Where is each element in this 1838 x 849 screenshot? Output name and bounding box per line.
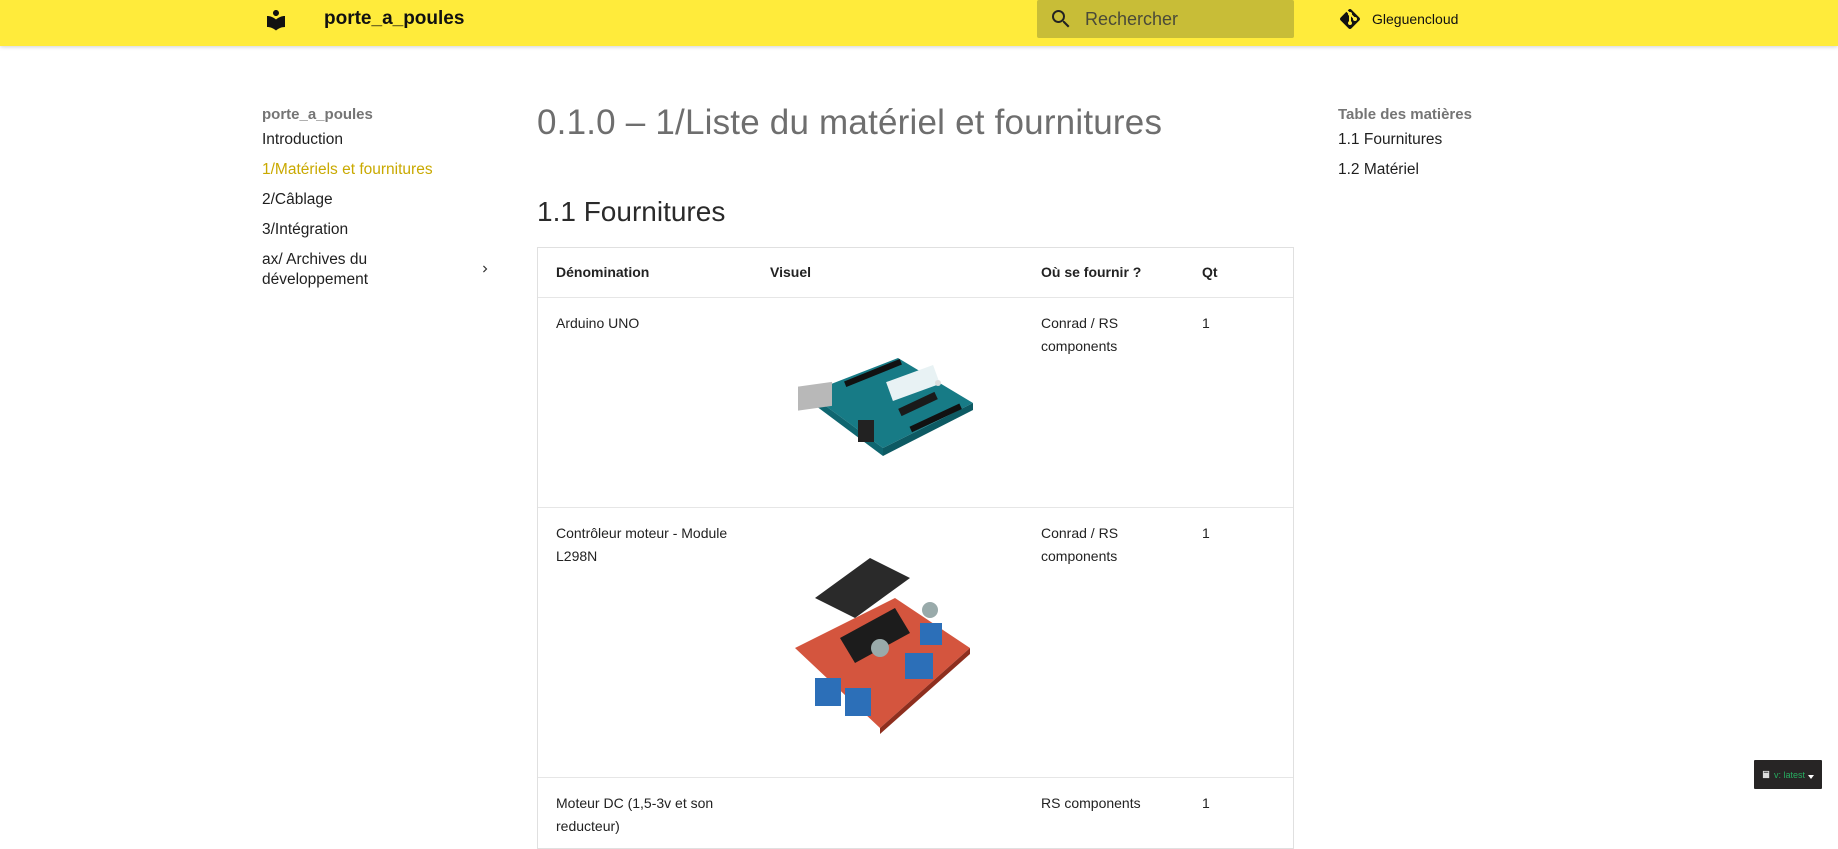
main-content: 0.1.0 – 1/Liste du matériel et fournitur…: [537, 98, 1294, 849]
toc-title: Table des matières: [1338, 106, 1472, 123]
book-icon: [1762, 770, 1771, 779]
chevron-right-icon[interactable]: [478, 262, 492, 276]
search-box[interactable]: [1037, 0, 1294, 38]
section-title: 1.1 Fournitures: [537, 196, 726, 227]
column-header-qty: Qt: [1202, 264, 1218, 280]
book-logo-icon[interactable]: [264, 8, 288, 32]
column-header-name: Dénomination: [556, 264, 650, 280]
cell-name: Arduino UNO: [556, 315, 640, 331]
cell-supplier: RS components: [1041, 795, 1141, 811]
table-row: Contrôleur moteur - Module L298N Conrad …: [538, 508, 1293, 778]
l298n-module-image: [770, 538, 990, 738]
supplies-table: Dénomination Visuel Où se fournir ? Qt A…: [537, 247, 1294, 849]
toc-item-materiel[interactable]: 1.2 Matériel: [1338, 160, 1568, 180]
primary-navigation: porte_a_poules Introduction 1/Matériels …: [262, 104, 492, 300]
arduino-uno-image: [788, 338, 988, 468]
table-header-row: Dénomination Visuel Où se fournir ? Qt: [538, 248, 1293, 298]
repo-name: Gleguencloud: [1372, 11, 1459, 27]
nav-item-archives-label: ax/ Archives du développement: [262, 251, 368, 288]
cell-name: Contrôleur moteur - Module L298N: [556, 525, 728, 564]
table-row: Arduino UNO Conrad / RS components 1: [538, 298, 1293, 508]
nav-item-cablage[interactable]: 2/Câblage: [262, 190, 492, 210]
table-of-contents: Table des matières 1.1 Fournitures 1.2 M…: [1338, 104, 1568, 190]
version-selector[interactable]: v: latest: [1754, 760, 1822, 789]
table-row: Moteur DC (1,5-3v et son reducteur) RS c…: [538, 778, 1293, 848]
page-title: 0.1.0 – 1/Liste du matériel et fournitur…: [537, 103, 1163, 142]
nav-item-archives[interactable]: ax/ Archives du développement: [262, 250, 492, 290]
column-header-visual: Visuel: [770, 264, 811, 280]
cell-qty: 1: [1202, 315, 1210, 331]
nav-item-materiels[interactable]: 1/Matériels et fournitures: [262, 160, 492, 180]
cell-name: Moteur DC (1,5-3v et son reducteur): [556, 795, 714, 834]
column-header-supplier: Où se fournir ?: [1041, 264, 1142, 280]
nav-title: porte_a_poules: [262, 106, 373, 123]
search-input[interactable]: [1085, 0, 1285, 38]
version-label: v: latest: [1773, 769, 1805, 780]
caret-down-icon: [1808, 772, 1814, 779]
cell-qty: 1: [1202, 795, 1210, 811]
search-icon: [1049, 7, 1073, 31]
nav-item-introduction[interactable]: Introduction: [262, 130, 492, 150]
cell-qty: 1: [1202, 525, 1210, 541]
git-icon: [1338, 7, 1362, 31]
site-title[interactable]: porte_a_poules: [324, 0, 464, 38]
toc-item-fournitures[interactable]: 1.1 Fournitures: [1338, 130, 1568, 150]
cell-supplier: Conrad / RS components: [1041, 315, 1119, 354]
cell-supplier: Conrad / RS components: [1041, 525, 1119, 564]
top-header: porte_a_poules Gleguencloud: [0, 0, 1838, 46]
repository-link[interactable]: Gleguencloud: [1338, 0, 1458, 38]
nav-item-integration[interactable]: 3/Intégration: [262, 220, 492, 240]
